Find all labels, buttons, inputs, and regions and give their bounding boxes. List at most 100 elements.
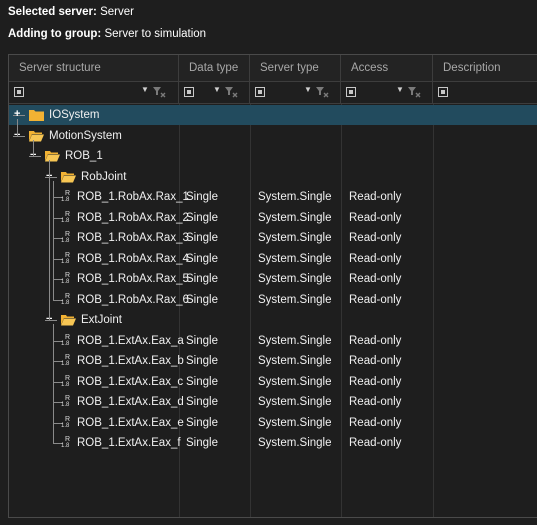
access-cell: Read-only (349, 273, 402, 285)
access-cell: Read-only (349, 416, 402, 429)
real-number-icon: R 1.8 (61, 436, 71, 449)
filter-server-type: ▼ (250, 82, 341, 104)
filter-checkbox[interactable] (184, 87, 194, 97)
tree-row-folder[interactable]: −ExtJoint (9, 310, 537, 330)
tree-row-item[interactable]: R 1.8 ROB_1.RobAx.Rax_1 Single System.Single… (9, 187, 537, 207)
data-type-cell: Single (186, 191, 218, 203)
column-header-data-type[interactable]: Data type (179, 55, 250, 82)
data-type-cell: Single (186, 293, 218, 306)
group-label: Adding to group: (8, 28, 102, 40)
filter-dropdown-icon[interactable]: ▼ (213, 85, 221, 94)
data-type-cell: Single (186, 334, 218, 347)
access-cell: Read-only (349, 437, 402, 449)
server-structure-grid[interactable]: Server structure Data type Server type A… (8, 54, 537, 518)
server-type-cell: System.Single (258, 334, 332, 347)
tree-row-item[interactable]: R 1.8 ROB_1.RobAx.Rax_2 Single System.Single… (9, 208, 537, 228)
tree-item-label: ROB_1.RobAx.Rax_5 (77, 273, 189, 285)
real-number-icon: R 1.8 (61, 272, 71, 285)
real-number-icon: R 1.8 (61, 415, 71, 429)
data-type-cell: Single (186, 211, 218, 224)
tree-row-item[interactable]: R 1.8 ROB_1.RobAx.Rax_5 Single System.Single… (9, 269, 537, 289)
folder-icon (29, 109, 44, 121)
filter-checkbox[interactable] (346, 87, 356, 97)
tree-item-label: ROB_1.RobAx.Rax_4 (77, 252, 189, 265)
filter-checkbox[interactable] (14, 87, 24, 97)
server-type-cell: System.Single (258, 211, 332, 224)
real-number-icon: R 1.8 (61, 333, 71, 347)
tree-row-item[interactable]: R 1.8 ROB_1.ExtAx.Eax_a Single System.Single… (9, 331, 537, 351)
filter-description (433, 82, 537, 104)
real-number-icon: R 1.8 (61, 190, 71, 203)
filter-dropdown-icon[interactable]: ▼ (304, 85, 312, 94)
selected-server-line: Selected server: Server (8, 6, 134, 18)
clear-filter-icon[interactable] (224, 85, 238, 99)
tree-row-item[interactable]: R 1.8 ROB_1.ExtAx.Eax_f Single System.Single… (9, 433, 537, 453)
data-type-cell: Single (186, 396, 218, 408)
tree-item-label: ROB_1.RobAx.Rax_2 (77, 211, 189, 224)
real-number-icon: R 1.8 (61, 395, 71, 408)
clear-filter-icon[interactable] (152, 85, 166, 99)
folder-open-icon (61, 171, 76, 183)
filter-data-type: ▼ (179, 82, 250, 104)
access-cell: Read-only (349, 293, 402, 306)
group-line: Adding to group: Server to simulation (8, 28, 206, 40)
tree-row-folder[interactable]: + IOSystem (9, 105, 537, 125)
tree-row-item[interactable]: R 1.8 ROB_1.ExtAx.Eax_e Single System.Single… (9, 413, 537, 433)
tree-connector-line (53, 180, 54, 300)
filter-dropdown-icon[interactable]: ▼ (396, 85, 404, 94)
access-cell: Read-only (349, 355, 402, 367)
tree-row-folder[interactable]: −ROB_1 (9, 146, 537, 166)
tree-connector-line (17, 119, 18, 136)
real-number-icon: R 1.8 (61, 210, 71, 224)
access-cell: Read-only (349, 232, 402, 244)
server-type-cell: System.Single (258, 252, 332, 265)
filter-checkbox[interactable] (438, 87, 448, 97)
tree-item-label: ROB_1.RobAx.Rax_1 (77, 191, 189, 203)
tree-row-item[interactable]: R 1.8 ROB_1.RobAx.Rax_3 Single System.Single… (9, 228, 537, 248)
tree-row-item[interactable]: R 1.8 ROB_1.RobAx.Rax_6 Single System.Single… (9, 290, 537, 310)
tree-row-folder[interactable]: −MotionSystem (9, 126, 537, 146)
server-type-cell: System.Single (258, 416, 332, 429)
filter-checkbox[interactable] (255, 87, 265, 97)
data-type-cell: Single (186, 375, 218, 388)
tree-folder-label: MotionSystem (49, 129, 122, 142)
tree-item-label: ROB_1.ExtAx.Eax_b (77, 355, 184, 367)
access-cell: Read-only (349, 396, 402, 408)
tree-row-item[interactable]: R 1.8 ROB_1.ExtAx.Eax_d Single System.Single… (9, 392, 537, 412)
tree-row-item[interactable]: R 1.8 ROB_1.ExtAx.Eax_b Single System.Single… (9, 351, 537, 371)
data-type-cell: Single (186, 273, 218, 285)
tree-folder-label: IOSystem (49, 109, 100, 121)
tree-connector-line (53, 324, 54, 443)
tree-row-folder[interactable]: −RobJoint (9, 167, 537, 187)
real-number-icon: R 1.8 (61, 292, 71, 306)
tree-row-item[interactable]: R 1.8 ROB_1.ExtAx.Eax_c Single System.Single… (9, 372, 537, 392)
tree-connector-line (33, 139, 34, 156)
data-type-cell: Single (186, 355, 218, 367)
tree-folder-label: ExtJoint (81, 314, 122, 326)
data-type-cell: Single (186, 252, 218, 265)
tree-item-label: ROB_1.RobAx.Rax_3 (77, 232, 189, 244)
tree-folder-label: ROB_1 (65, 150, 103, 162)
data-type-cell: Single (186, 416, 218, 429)
selected-server-value: Server (100, 6, 134, 18)
column-header-server-type[interactable]: Server type (250, 55, 341, 82)
folder-open-icon (29, 130, 44, 142)
filter-dropdown-icon[interactable]: ▼ (141, 85, 149, 94)
column-header-description[interactable]: Description (433, 55, 537, 82)
tree-item-label: ROB_1.ExtAx.Eax_f (77, 437, 181, 449)
server-type-cell: System.Single (258, 293, 332, 306)
column-header-access[interactable]: Access (341, 55, 433, 82)
real-number-icon: R 1.8 (61, 231, 71, 244)
tree-row-item[interactable]: R 1.8 ROB_1.RobAx.Rax_4 Single System.Single… (9, 249, 537, 269)
access-cell: Read-only (349, 211, 402, 224)
real-number-icon: R 1.8 (61, 251, 71, 265)
group-value: Server to simulation (104, 28, 207, 40)
clear-filter-icon[interactable] (407, 85, 421, 99)
folder-open-icon (45, 150, 60, 162)
expand-icon[interactable]: + (14, 109, 21, 120)
column-header-server-structure[interactable]: Server structure (9, 55, 179, 82)
clear-filter-icon[interactable] (315, 85, 329, 99)
access-cell: Read-only (349, 375, 402, 388)
access-cell: Read-only (349, 252, 402, 265)
tree-item-label: ROB_1.ExtAx.Eax_a (77, 334, 184, 347)
